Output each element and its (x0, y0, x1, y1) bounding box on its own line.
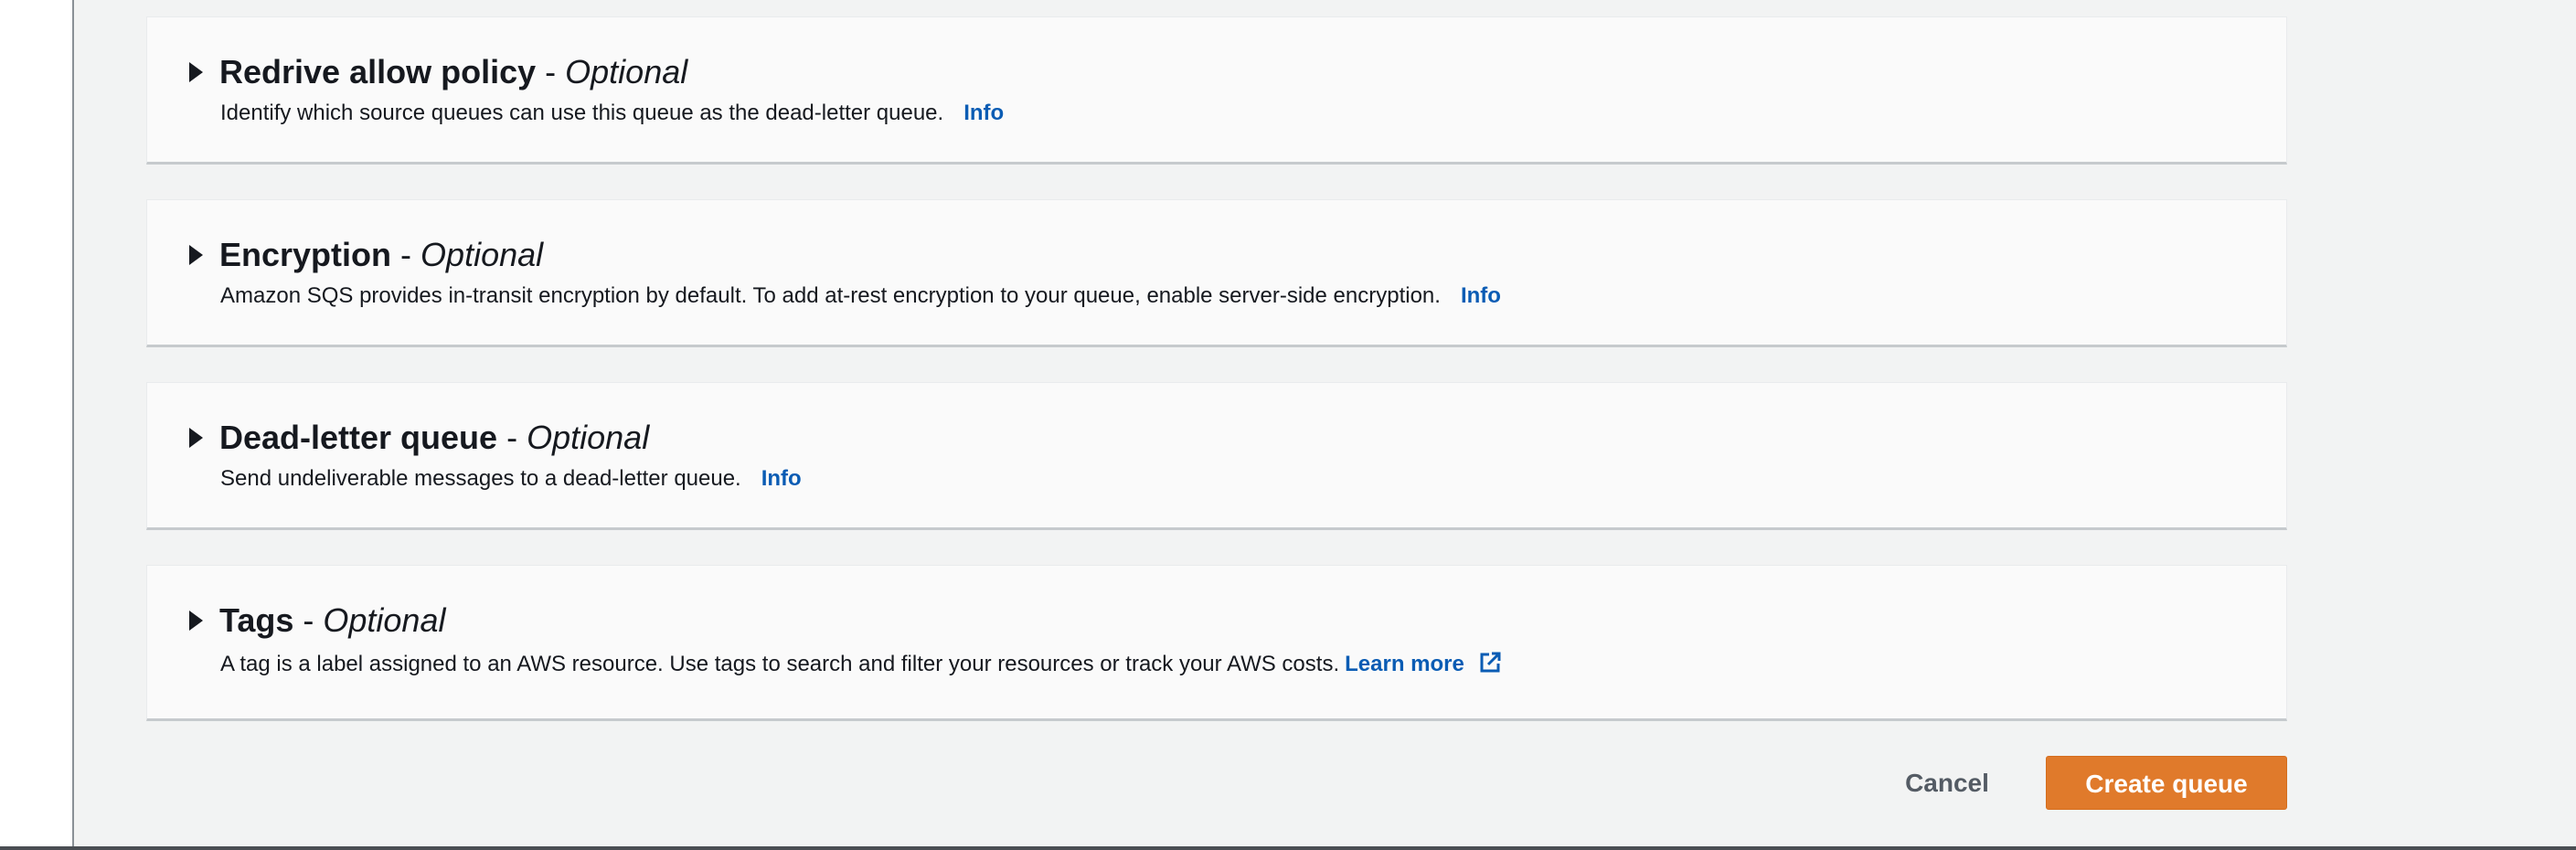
section-title: Tags (219, 601, 294, 639)
create-queue-button[interactable]: Create queue (2046, 756, 2287, 810)
section-title: Encryption (219, 236, 392, 273)
section-description: Amazon SQS provides in-transit encryptio… (220, 282, 1501, 310)
section-optional-label: Optional (527, 419, 650, 456)
description-text: Amazon SQS provides in-transit encryptio… (220, 283, 1441, 308)
expand-caret-icon[interactable] (189, 428, 203, 448)
bottom-border (0, 846, 2576, 850)
section-heading[interactable]: Tags - Optional (219, 600, 445, 641)
section-heading[interactable]: Dead-letter queue - Optional (219, 418, 649, 458)
section-description: Send undeliverable messages to a dead-le… (220, 465, 802, 493)
section-title: Dead-letter queue (219, 419, 498, 456)
description-text: Send undeliverable messages to a dead-le… (220, 466, 741, 491)
section-separator: - (303, 601, 314, 639)
section-title: Redrive allow policy (219, 53, 537, 90)
side-navigation-edge (0, 0, 74, 848)
section-heading[interactable]: Encryption - Optional (219, 235, 543, 275)
info-link[interactable]: Info (963, 101, 1004, 125)
section-heading[interactable]: Redrive allow policy - Optional (219, 52, 687, 92)
section-optional-label: Optional (323, 601, 446, 639)
section-separator: - (506, 419, 518, 456)
external-link-icon[interactable] (1477, 650, 1503, 675)
expand-caret-icon[interactable] (189, 245, 203, 265)
encryption-section: Encryption - Optional Amazon SQS provide… (146, 199, 2287, 347)
section-description: A tag is a label assigned to an AWS reso… (220, 650, 1503, 678)
description-text: A tag is a label assigned to an AWS reso… (220, 652, 1340, 676)
info-link[interactable]: Info (761, 466, 802, 491)
expand-caret-icon[interactable] (189, 611, 203, 631)
dead-letter-queue-section: Dead-letter queue - Optional Send undeli… (146, 382, 2287, 530)
section-separator: - (545, 53, 557, 90)
expand-caret-icon[interactable] (189, 62, 203, 82)
section-optional-label: Optional (420, 236, 544, 273)
cancel-button[interactable]: Cancel (1883, 759, 2011, 806)
description-text: Identify which source queues can use thi… (220, 101, 944, 125)
info-link[interactable]: Info (1461, 283, 1501, 308)
section-description: Identify which source queues can use thi… (220, 100, 1004, 127)
section-optional-label: Optional (565, 53, 688, 90)
redrive-allow-policy-section: Redrive allow policy - Optional Identify… (146, 16, 2287, 165)
section-separator: - (400, 236, 412, 273)
tags-section: Tags - Optional A tag is a label assigne… (146, 565, 2287, 721)
learn-more-link[interactable]: Learn more (1345, 652, 1464, 676)
